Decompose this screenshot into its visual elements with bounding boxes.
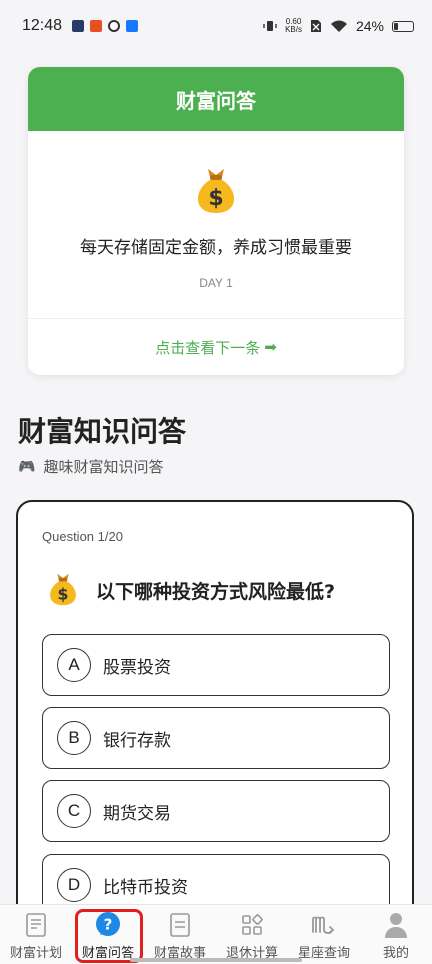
alipay-notification-icon	[126, 20, 139, 32]
option-letter: D	[57, 868, 91, 902]
quiz-progress: Question 1/20	[42, 529, 123, 544]
scorpio-icon	[310, 911, 338, 939]
nav-item-horoscope[interactable]: 星座查询	[288, 905, 360, 964]
home-indicator[interactable]	[130, 958, 302, 962]
bottom-nav: 财富计划 ? 财富问答 财富故事 退休计算 星座查询 我的	[0, 904, 432, 964]
nav-item-wealth-plan[interactable]: 财富计划	[0, 905, 72, 964]
nav-label: 财富计划	[9, 946, 62, 961]
option-label: 股票投资	[103, 657, 171, 678]
arrow-right-icon: ➡	[264, 338, 277, 356]
section-title: 财富知识问答	[18, 415, 187, 448]
option-letter: A	[57, 648, 91, 682]
nav-label: 星座查询	[297, 946, 350, 961]
quiz-card: Question 1/20 $ 以下哪种投资方式风险最低? A 股票投资 B 银…	[16, 500, 414, 920]
option-label: 比特币投资	[103, 877, 188, 898]
grid-apps-icon	[238, 911, 266, 939]
link-notification-icon	[108, 20, 121, 32]
option-label: 期货交易	[103, 803, 171, 824]
network-speed: 0.60 KB/s	[285, 18, 302, 34]
nav-label: 财富问答	[81, 946, 134, 961]
quiz-option-b[interactable]: B 银行存款	[42, 707, 390, 769]
question-bubble-icon: ?	[94, 911, 122, 939]
option-label: 银行存款	[103, 730, 171, 751]
battery-level: 24%	[355, 18, 384, 34]
app-notification-icon	[90, 20, 103, 32]
daily-tip-header: 财富问答	[28, 67, 404, 131]
option-letter: B	[57, 721, 91, 755]
section-subtitle-text: 趣味财富知识问答	[43, 458, 164, 476]
daily-tip-day: DAY 1	[199, 276, 233, 290]
next-tip-button[interactable]: 点击查看下一条 ➡	[28, 319, 404, 375]
quiz-option-c[interactable]: C 期货交易	[42, 780, 390, 842]
status-time: 12:48	[22, 17, 63, 34]
nav-item-wealth-qa[interactable]: ? 财富问答	[72, 905, 144, 964]
next-tip-label: 点击查看下一条	[155, 338, 261, 357]
quiz-question: $ 以下哪种投资方式风险最低?	[44, 568, 335, 613]
nav-label: 我的	[382, 946, 409, 961]
daily-tip-text: 每天存储固定金额，养成习惯最重要	[80, 238, 352, 258]
money-bag-icon: $	[44, 568, 82, 613]
money-bag-icon: $	[28, 161, 404, 217]
vibrate-icon	[263, 21, 277, 31]
battery-icon	[392, 20, 414, 32]
document-icon	[166, 911, 194, 939]
netspeed-unit: KB/s	[285, 25, 302, 34]
quiz-option-a[interactable]: A 股票投资	[42, 634, 390, 696]
person-icon	[382, 911, 410, 939]
svg-text:$: $	[58, 584, 69, 603]
plan-list-icon	[22, 911, 50, 939]
no-sim-icon	[310, 20, 321, 32]
app-notification-icon	[72, 20, 85, 32]
wifi-icon	[330, 20, 347, 32]
nav-item-retirement-calc[interactable]: 退休计算	[216, 905, 288, 964]
quiz-question-text: 以下哪种投资方式风险最低?	[96, 581, 336, 603]
nav-item-profile[interactable]: 我的	[360, 905, 432, 964]
nav-item-wealth-story[interactable]: 财富故事	[144, 905, 216, 964]
svg-text:?: ?	[104, 916, 113, 934]
svg-text:$: $	[208, 186, 223, 211]
daily-tip-card: 财富问答 $ 每天存储固定金额，养成习惯最重要 DAY 1 点击查看下一条 ➡	[28, 67, 404, 375]
section-subtitle: 🎮 趣味财富知识问答	[18, 456, 163, 477]
gamepad-icon: 🎮	[18, 458, 36, 475]
status-bar: 12:48 0.60 KB/s 24%	[0, 0, 432, 52]
option-letter: C	[57, 794, 91, 828]
